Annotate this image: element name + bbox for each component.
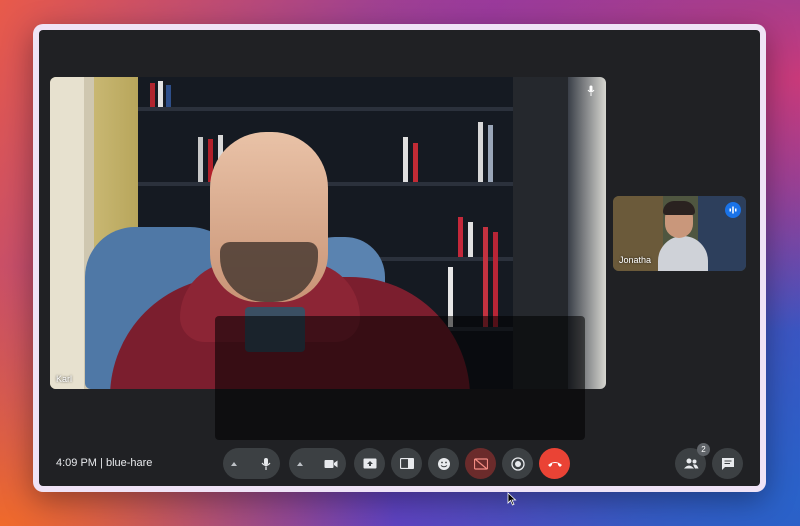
reactions-button[interactable] (428, 448, 459, 479)
present-screen-icon (363, 458, 376, 469)
video-background (468, 222, 473, 257)
video-background (50, 77, 84, 389)
mic-icon[interactable] (260, 457, 272, 471)
record-button[interactable] (502, 448, 533, 479)
audio-controls (223, 448, 280, 479)
layout-icon (399, 458, 414, 469)
emoji-icon (437, 457, 450, 470)
video-background (493, 232, 498, 327)
video-background (403, 137, 408, 182)
call-stage: Karl Jonatha 4:09 PM | blue-hare 2 (39, 30, 760, 486)
participant-tile[interactable]: Jonatha (613, 196, 746, 271)
video-background (478, 122, 483, 182)
camera-icon[interactable] (324, 459, 338, 469)
meeting-time: 4:09 PM (56, 457, 97, 469)
mic-icon (587, 85, 595, 96)
people-icon (683, 458, 698, 469)
meeting-code: blue-hare (105, 457, 153, 469)
participant-figure (663, 201, 695, 215)
video-background (158, 81, 163, 107)
participant-count-badge: 2 (697, 443, 710, 456)
hang-up-button[interactable] (539, 448, 570, 479)
speaking-indicator-icon (725, 202, 741, 218)
hang-up-icon (547, 461, 562, 467)
video-background (138, 182, 518, 186)
record-icon (510, 456, 525, 471)
people-button[interactable]: 2 (675, 443, 710, 479)
video-background (483, 227, 488, 327)
layout-button[interactable] (391, 448, 422, 479)
video-background (413, 143, 418, 182)
meet-window: Karl Jonatha 4:09 PM | blue-hare 2 (33, 24, 766, 492)
overlay-panel (215, 316, 585, 440)
chat-icon (721, 457, 734, 470)
video-controls (289, 448, 346, 479)
captions-button[interactable] (465, 448, 496, 479)
video-background (166, 85, 171, 107)
chat-button[interactable] (712, 448, 743, 479)
video-options-button[interactable] (297, 461, 303, 466)
video-background (138, 107, 518, 111)
present-screen-button[interactable] (354, 448, 385, 479)
participant-name: Jonatha (619, 255, 652, 265)
video-background (150, 83, 155, 107)
video-background (458, 217, 463, 257)
captions-off-icon (473, 457, 488, 470)
video-background (198, 137, 203, 182)
video-background (488, 125, 493, 182)
meeting-info: 4:09 PM | blue-hare (56, 457, 152, 469)
audio-options-button[interactable] (231, 461, 237, 466)
mouse-cursor-icon (507, 492, 517, 506)
meeting-separator: | (100, 457, 103, 469)
participant-name: Karl (56, 374, 73, 384)
